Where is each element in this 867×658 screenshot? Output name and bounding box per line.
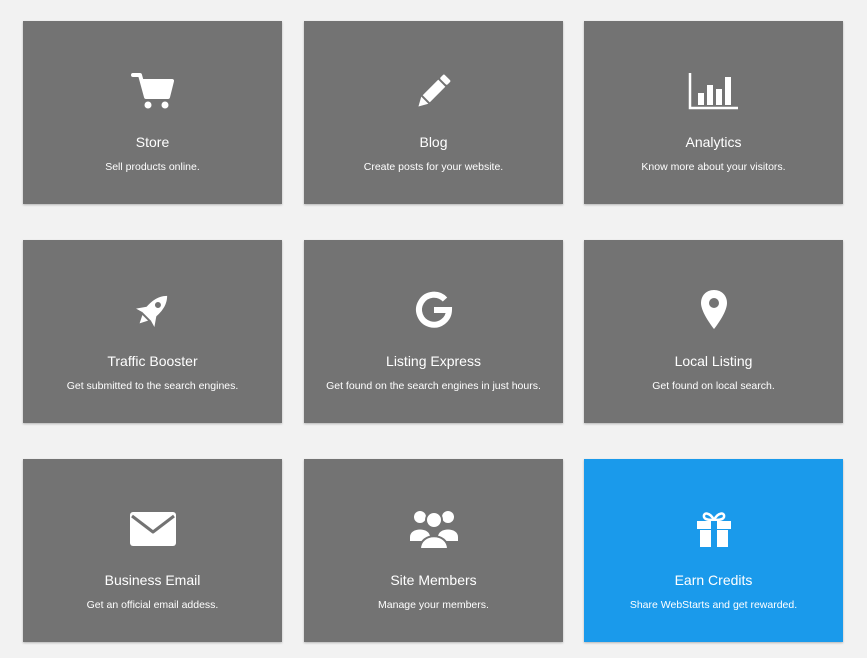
- tile-title: Earn Credits: [674, 572, 753, 588]
- tile-title: Business Email: [104, 572, 201, 588]
- gift-icon: [584, 505, 843, 553]
- tile-description: Manage your members.: [378, 599, 489, 611]
- rocket-icon: [23, 286, 282, 334]
- tile-description: Get submitted to the search engines.: [66, 380, 239, 392]
- tile-analytics[interactable]: Analytics Know more about your visitors.: [584, 21, 843, 204]
- users-icon: [304, 505, 563, 553]
- app-grid: Store Sell products online. Blog Create …: [0, 0, 867, 658]
- google-icon: [304, 286, 563, 334]
- tile-earn-credits[interactable]: Earn Credits Share WebStarts and get rew…: [584, 459, 843, 642]
- tile-description: Get found on local search.: [652, 380, 775, 392]
- tile-title: Listing Express: [386, 353, 481, 369]
- tile-store[interactable]: Store Sell products online.: [23, 21, 282, 204]
- tile-blog[interactable]: Blog Create posts for your website.: [304, 21, 563, 204]
- tile-title: Analytics: [685, 134, 742, 150]
- tile-description: Get an official email addess.: [86, 599, 219, 611]
- tile-local-listing[interactable]: Local Listing Get found on local search.: [584, 240, 843, 423]
- tile-site-members[interactable]: Site Members Manage your members.: [304, 459, 563, 642]
- bar-chart-icon: [584, 67, 843, 115]
- envelope-icon: [23, 505, 282, 553]
- pencil-icon: [304, 67, 563, 115]
- tile-description: Get found on the search engines in just …: [326, 380, 541, 392]
- tile-business-email[interactable]: Business Email Get an official email add…: [23, 459, 282, 642]
- tile-description: Sell products online.: [105, 161, 200, 173]
- tile-listing-express[interactable]: Listing Express Get found on the search …: [304, 240, 563, 423]
- tile-description: Know more about your visitors.: [641, 161, 786, 173]
- cart-icon: [23, 67, 282, 115]
- tile-title: Store: [135, 134, 170, 150]
- tile-title: Blog: [419, 134, 448, 150]
- tile-description: Share WebStarts and get rewarded.: [629, 599, 798, 611]
- map-pin-icon: [584, 286, 843, 334]
- tile-title: Site Members: [390, 572, 477, 588]
- tile-description: Create posts for your website.: [363, 161, 504, 173]
- tile-title: Local Listing: [674, 353, 753, 369]
- tile-title: Traffic Booster: [107, 353, 198, 369]
- tile-traffic-booster[interactable]: Traffic Booster Get submitted to the sea…: [23, 240, 282, 423]
